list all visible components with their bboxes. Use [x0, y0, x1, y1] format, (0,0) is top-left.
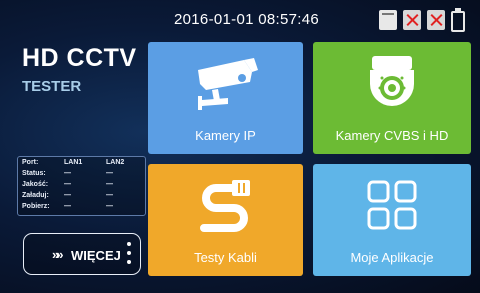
lan2-value: —: [106, 203, 113, 210]
status-icons: [379, 8, 465, 32]
lan2-header: LAN2: [106, 159, 125, 166]
lan1-value: —: [64, 181, 71, 188]
row-label: Jakość:: [22, 181, 49, 188]
more-button-label: WIĘCEJ: [71, 248, 121, 263]
lan2-value: —: [106, 192, 113, 199]
row-label: Załaduj:: [22, 192, 49, 199]
lan1-value: —: [64, 170, 71, 177]
battery-icon: [451, 8, 465, 32]
port-header: Port:: [22, 159, 39, 166]
tile-ip-label: Kamery IP: [195, 128, 256, 143]
double-chevron-icon: »»: [52, 247, 64, 262]
no-network-icon: [427, 10, 445, 30]
tile-my-apps[interactable]: Moje Aplikacje: [313, 164, 471, 276]
brand-subtitle: TESTER: [22, 78, 82, 95]
lan1-header: LAN1: [64, 159, 83, 166]
dome-camera-icon: [370, 56, 414, 106]
apps-grid-icon: [367, 180, 417, 230]
status-bar: 2016-01-01 08:57:46: [0, 0, 480, 38]
sd-card-icon: [379, 10, 397, 30]
row-label: Pobierz:: [22, 203, 50, 210]
cable-icon: [200, 180, 250, 232]
tile-cable-tests[interactable]: Testy Kabli: [148, 164, 303, 276]
no-signal-icon: [403, 10, 421, 30]
tile-ip-cameras[interactable]: Kamery IP: [148, 42, 303, 154]
lan2-value: —: [106, 170, 113, 177]
tile-cable-label: Testy Kabli: [194, 250, 257, 265]
row-label: Status:: [22, 170, 46, 177]
lan1-value: —: [64, 203, 71, 210]
lan2-value: —: [106, 181, 113, 188]
tile-cvbs-hd-cameras[interactable]: Kamery CVBS i HD: [313, 42, 471, 154]
more-dots-icon: [127, 242, 132, 269]
brand-title: HD CCTV: [22, 44, 137, 72]
port-status-table: Port: LAN1 LAN2 Status: — — Jakość: — — …: [17, 156, 146, 216]
camera-icon: [198, 58, 258, 110]
more-button[interactable]: »» WIĘCEJ: [23, 233, 141, 275]
main-screen: 2016-01-01 08:57:46 HD CCTV TESTER Port:…: [0, 0, 480, 293]
tile-apps-label: Moje Aplikacje: [350, 250, 434, 265]
datetime: 2016-01-01 08:57:46: [174, 11, 319, 28]
tile-cvbs-label: Kamery CVBS i HD: [335, 128, 449, 143]
lan1-value: —: [64, 192, 71, 199]
